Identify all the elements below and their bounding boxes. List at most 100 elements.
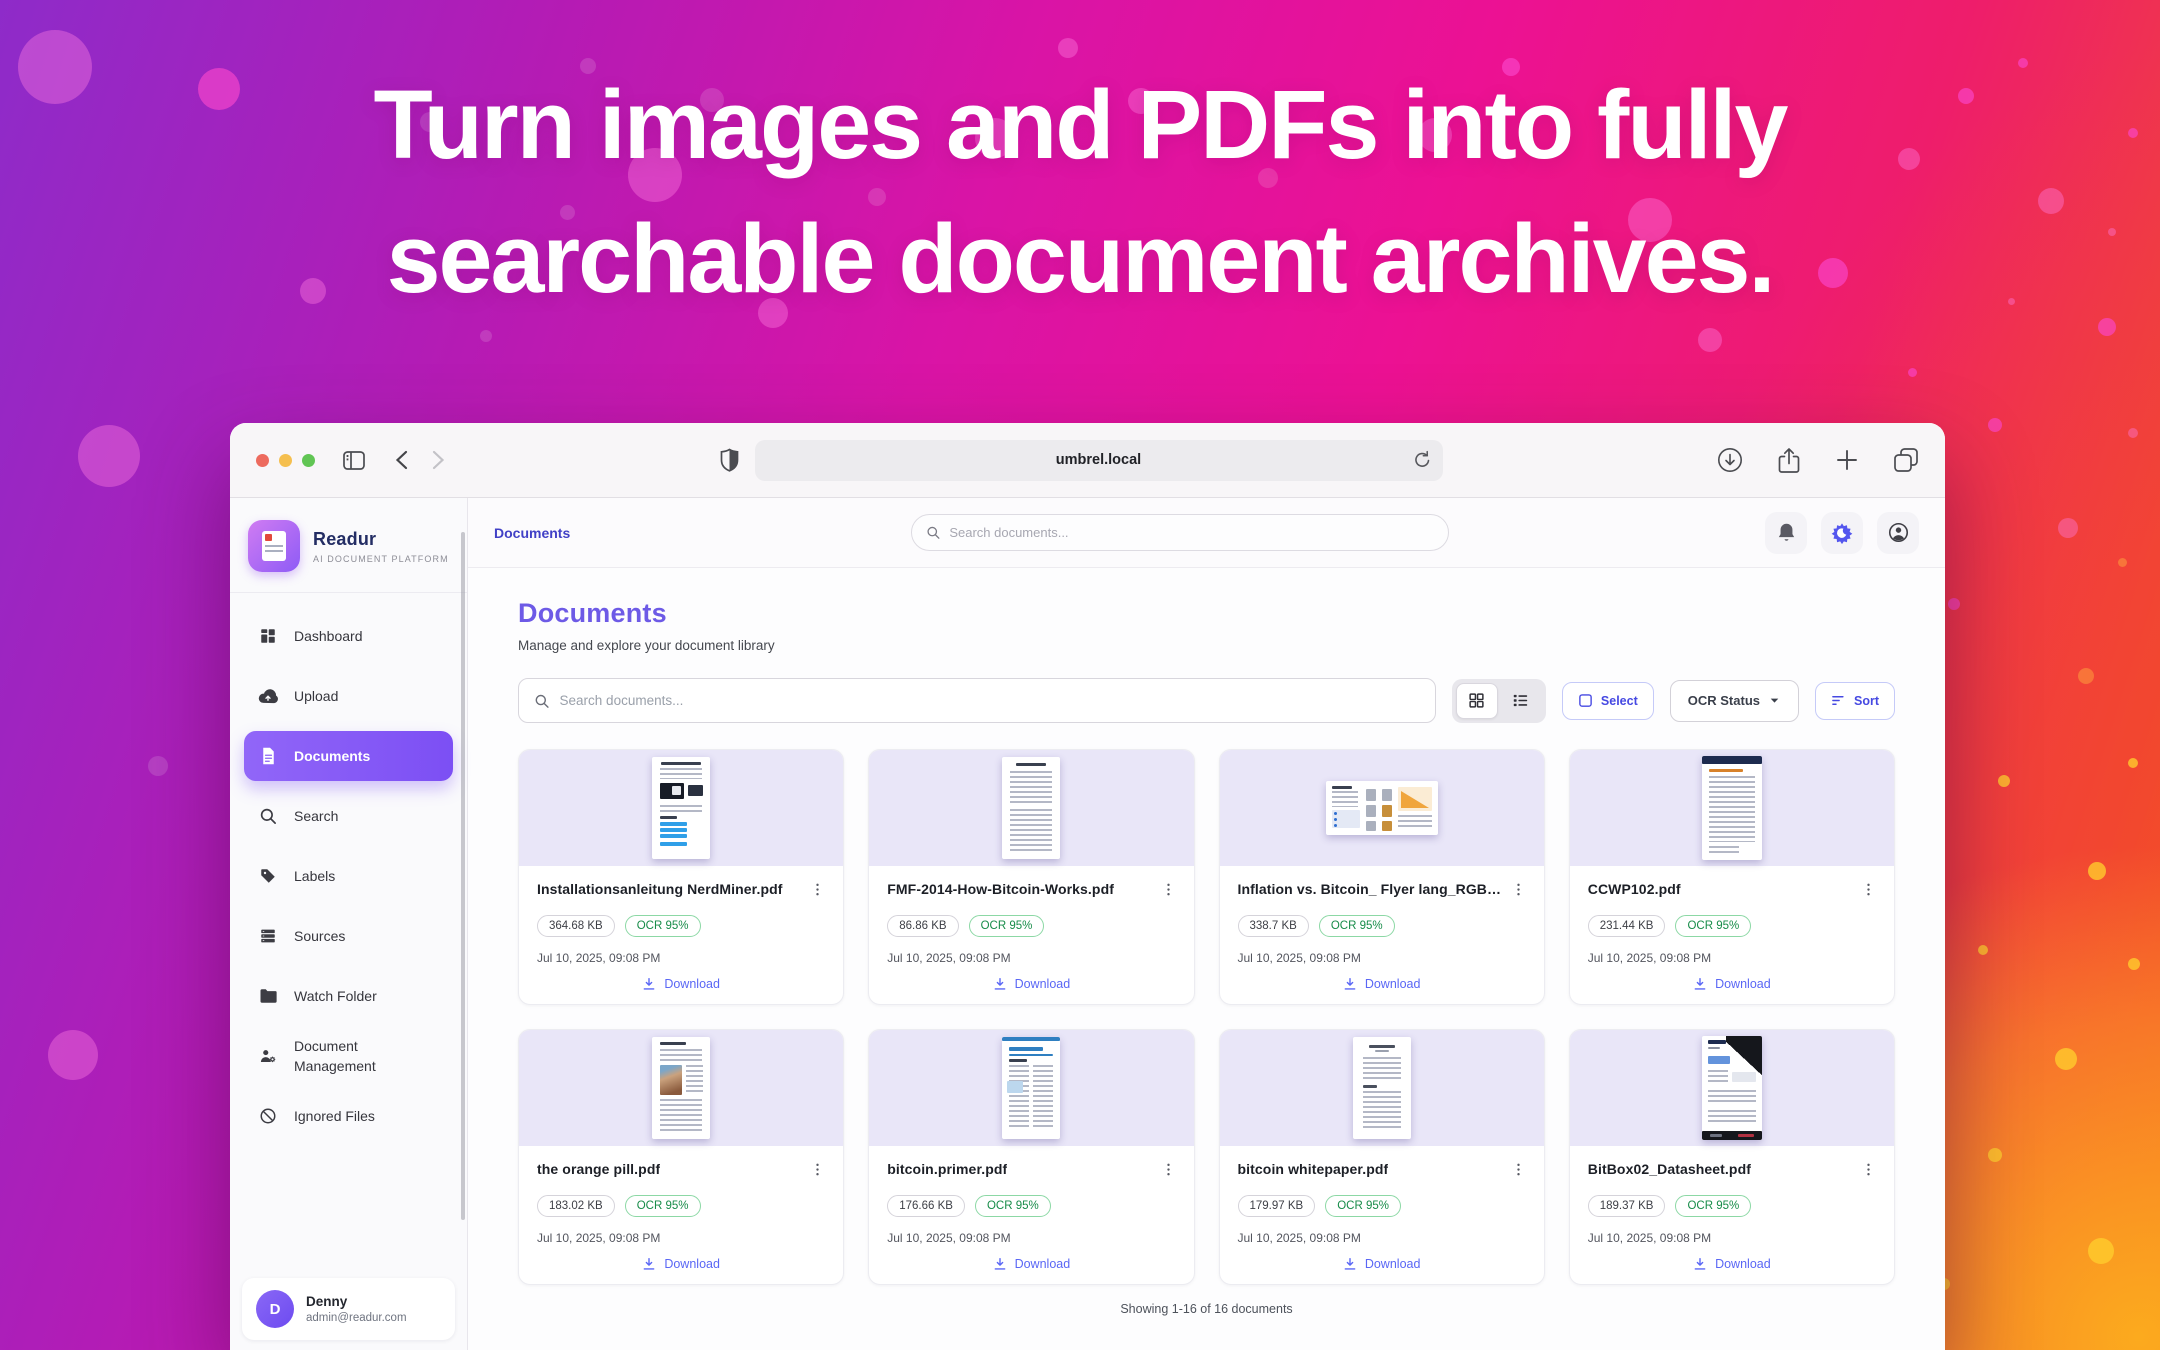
download-label: Download (1365, 977, 1421, 991)
kebab-menu-icon (1511, 1162, 1526, 1177)
download-link[interactable]: Download (887, 977, 1175, 991)
download-link[interactable]: Download (1238, 977, 1526, 991)
downloads-icon[interactable] (1717, 447, 1743, 473)
search-icon (258, 807, 278, 825)
privacy-shield-icon[interactable] (720, 448, 739, 472)
document-thumbnail (1570, 750, 1894, 866)
grid-view-button[interactable] (1456, 683, 1498, 719)
document-card[interactable]: CCWP102.pdf 231.44 KB OCR 95% Jul 10, 20… (1569, 749, 1895, 1005)
sidebar-item-ignored-files[interactable]: Ignored Files (244, 1091, 453, 1141)
topbar-search-input[interactable] (949, 525, 1434, 540)
new-tab-icon[interactable] (1835, 448, 1859, 472)
upload-icon (258, 688, 278, 704)
sidebar-item-search[interactable]: Search (244, 791, 453, 841)
download-icon (1693, 977, 1707, 991)
download-link[interactable]: Download (537, 977, 825, 991)
more-options-button[interactable] (1161, 1161, 1176, 1182)
document-date: Jul 10, 2025, 09:08 PM (537, 951, 825, 965)
sidebar-toggle-icon[interactable] (343, 451, 365, 470)
documents-search-input[interactable] (560, 693, 1420, 708)
download-label: Download (1715, 977, 1771, 991)
document-card[interactable]: the orange pill.pdf 183.02 KB OCR 95% Ju… (518, 1029, 844, 1285)
more-options-button[interactable] (1861, 1161, 1876, 1182)
user-email: admin@readur.com (306, 1312, 407, 1324)
sidebar-scrollbar[interactable] (461, 532, 465, 1220)
download-link[interactable]: Download (1238, 1257, 1526, 1271)
sidebar-item-labels[interactable]: Labels (244, 851, 453, 901)
more-options-button[interactable] (810, 881, 825, 902)
document-date: Jul 10, 2025, 09:08 PM (887, 951, 1175, 965)
documents-search[interactable] (518, 678, 1436, 723)
back-icon[interactable] (395, 450, 408, 470)
select-button[interactable]: Select (1562, 682, 1654, 720)
app-topbar: Documents (468, 498, 1945, 568)
address-bar[interactable]: umbrel.local (755, 440, 1443, 481)
forward-icon[interactable] (432, 450, 445, 470)
zoom-window-button[interactable] (302, 454, 315, 467)
sidebar-item-sources[interactable]: Sources (244, 911, 453, 961)
topbar-search[interactable] (911, 514, 1449, 551)
document-card[interactable]: bitcoin whitepaper.pdf 179.97 KB OCR 95%… (1219, 1029, 1545, 1285)
sidebar-nav: Dashboard Upload Documents Search Labels… (230, 593, 467, 1141)
tab-overview-icon[interactable] (1893, 447, 1919, 473)
sort-icon (1831, 694, 1846, 707)
document-card[interactable]: BitBox02_Datasheet.pdf 189.37 KB OCR 95%… (1569, 1029, 1895, 1285)
more-options-button[interactable] (1161, 881, 1176, 902)
sidebar-item-documents[interactable]: Documents (244, 731, 453, 781)
app-tagline: AI DOCUMENT PLATFORM (313, 554, 449, 564)
ocr-status-filter[interactable]: OCR Status (1670, 680, 1799, 722)
sidebar-item-watch-folder[interactable]: Watch Folder (244, 971, 453, 1021)
notifications-button[interactable] (1765, 512, 1807, 554)
breadcrumb[interactable]: Documents (494, 525, 570, 541)
file-size-badge: 364.68 KB (537, 915, 615, 937)
ocr-status-badge: OCR 95% (969, 915, 1045, 937)
sidebar-item-document-management[interactable]: Document Management (244, 1031, 453, 1081)
document-thumbnail (1220, 1030, 1544, 1146)
account-button[interactable] (1877, 512, 1919, 554)
document-management-icon (258, 1047, 278, 1065)
user-card[interactable]: D Denny admin@readur.com (242, 1278, 455, 1340)
document-date: Jul 10, 2025, 09:08 PM (1588, 951, 1876, 965)
sort-button[interactable]: Sort (1815, 682, 1895, 720)
hero-headline: Turn images and PDFs into fully searchab… (0, 58, 2160, 326)
minimize-window-button[interactable] (279, 454, 292, 467)
kebab-menu-icon (1861, 882, 1876, 897)
sidebar-item-label: Upload (294, 686, 338, 706)
download-link[interactable]: Download (887, 1257, 1175, 1271)
more-options-button[interactable] (1511, 881, 1526, 902)
download-icon (993, 977, 1007, 991)
more-options-button[interactable] (1861, 881, 1876, 902)
theme-toggle-button[interactable] (1821, 512, 1863, 554)
avatar: D (256, 1290, 294, 1328)
download-icon (642, 977, 656, 991)
share-icon[interactable] (1777, 447, 1801, 474)
reload-icon[interactable] (1414, 450, 1431, 473)
ocr-status-badge: OCR 95% (975, 1195, 1051, 1217)
ocr-status-badge: OCR 95% (625, 1195, 701, 1217)
download-icon (1343, 1257, 1357, 1271)
download-link[interactable]: Download (537, 1257, 825, 1271)
file-size-badge: 179.97 KB (1238, 1195, 1316, 1217)
document-title: the orange pill.pdf (537, 1161, 660, 1177)
document-title: Inflation vs. Bitcoin_ Flyer lang_RGB.pd… (1238, 881, 1503, 897)
sidebar-item-upload[interactable]: Upload (244, 671, 453, 721)
sidebar-item-label: Sources (294, 926, 345, 946)
document-card[interactable]: FMF-2014-How-Bitcoin-Works.pdf 86.86 KB … (868, 749, 1194, 1005)
document-title: FMF-2014-How-Bitcoin-Works.pdf (887, 881, 1114, 897)
download-link[interactable]: Download (1588, 977, 1876, 991)
more-options-button[interactable] (810, 1161, 825, 1182)
download-icon (993, 1257, 1007, 1271)
download-link[interactable]: Download (1588, 1257, 1876, 1271)
document-date: Jul 10, 2025, 09:08 PM (1588, 1231, 1876, 1245)
more-options-button[interactable] (1511, 1161, 1526, 1182)
download-icon (642, 1257, 656, 1271)
app-logo-row: Readur AI DOCUMENT PLATFORM (230, 498, 467, 593)
document-date: Jul 10, 2025, 09:08 PM (1238, 951, 1526, 965)
close-window-button[interactable] (256, 454, 269, 467)
document-card[interactable]: Inflation vs. Bitcoin_ Flyer lang_RGB.pd… (1219, 749, 1545, 1005)
ocr-status-badge: OCR 95% (1675, 1195, 1751, 1217)
document-card[interactable]: bitcoin.primer.pdf 176.66 KB OCR 95% Jul… (868, 1029, 1194, 1285)
sidebar-item-dashboard[interactable]: Dashboard (244, 611, 453, 661)
document-card[interactable]: Installationsanleitung NerdMiner.pdf 364… (518, 749, 844, 1005)
list-view-button[interactable] (1500, 683, 1542, 719)
